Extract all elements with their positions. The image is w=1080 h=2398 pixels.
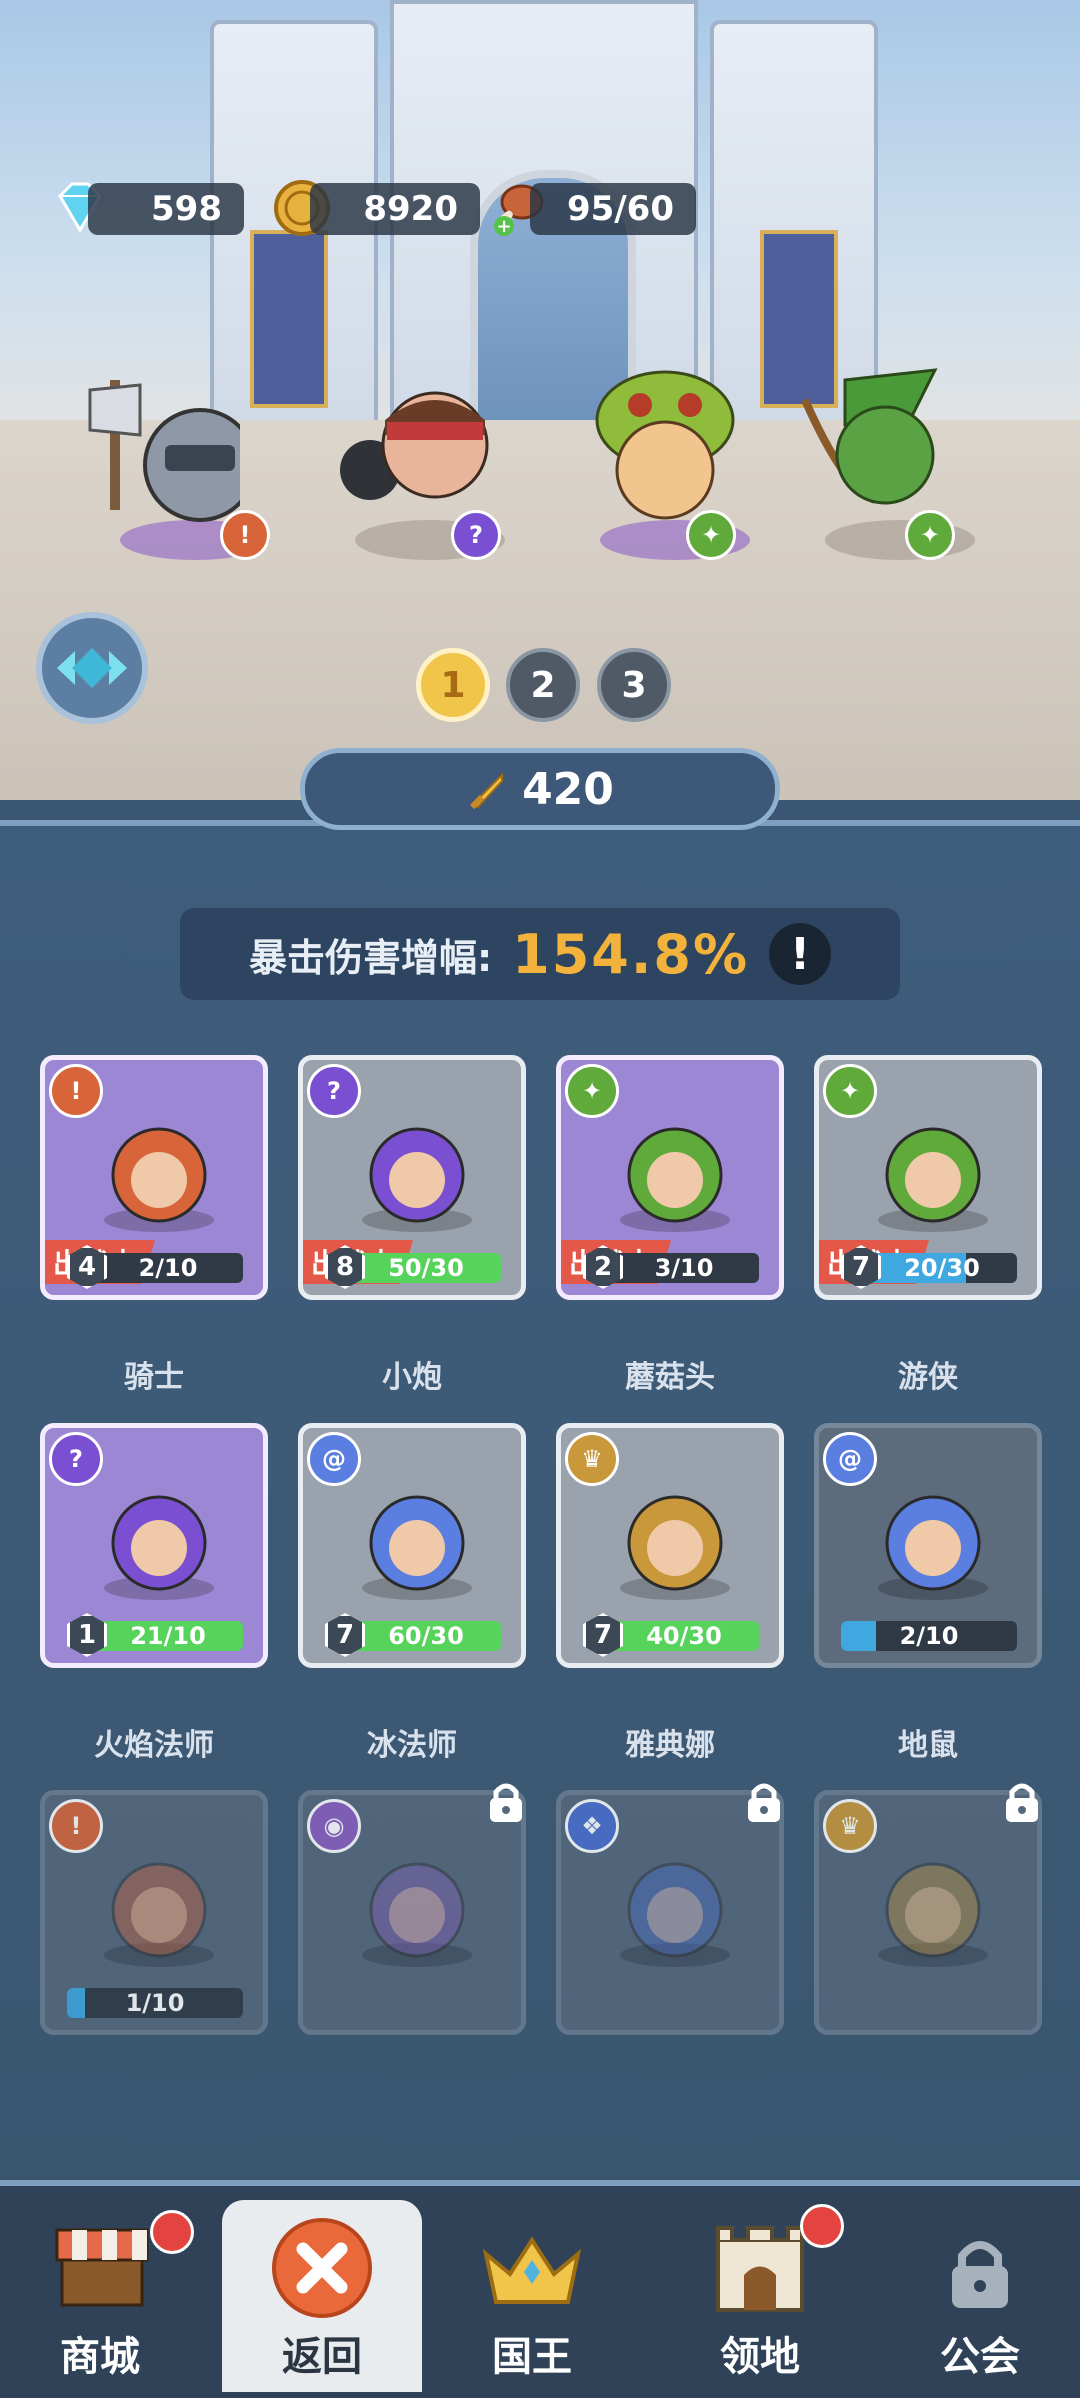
knight-figure <box>88 380 240 522</box>
lock-icon <box>748 1783 780 1822</box>
warrior-role-icon: ! <box>220 510 270 560</box>
crit-damage-label: 暴击伤害增幅: <box>248 935 493 980</box>
shard-progress-text: 40/30 <box>646 1622 722 1650</box>
level-progress: 20/30 7 <box>841 1245 1021 1289</box>
hero-card[interactable]: ?出战中50/308 <box>298 1055 526 1300</box>
hero-portrait <box>362 1495 472 1600</box>
shard-progress-text: 21/10 <box>130 1622 206 1650</box>
gold-counter: 8920 <box>310 183 480 235</box>
hero-name: 蘑菇头 <box>625 1360 715 1395</box>
hero-card[interactable]: ♛ <box>814 1790 1042 2035</box>
stamina-counter: 95/60 <box>530 183 696 235</box>
hero-portrait <box>104 1862 214 1967</box>
hero-portrait <box>620 1495 730 1600</box>
nav-territory-label: 领地 <box>720 2334 800 2380</box>
level-progress: 2/10 <box>841 1615 1021 1655</box>
level-progress: 50/30 8 <box>325 1245 505 1289</box>
hero-portrait <box>620 1127 730 1232</box>
formation-switch-button[interactable] <box>36 612 148 724</box>
hero-card[interactable]: ! 1/10 <box>40 1790 268 2035</box>
hero-name: 地鼠 <box>898 1728 958 1763</box>
team-tab-2[interactable]: 2 <box>506 648 580 722</box>
crit-damage-stat: 暴击伤害增幅: 154.8% ! <box>180 908 900 1000</box>
castle-icon <box>716 2226 804 2312</box>
team-tab-1[interactable]: 1 <box>416 648 490 722</box>
svg-text:+: + <box>496 216 511 237</box>
nav-shop-label: 商城 <box>60 2334 140 2380</box>
hero-portrait <box>104 1495 214 1600</box>
hero-portrait <box>878 1862 988 1967</box>
ranger-role-icon: ✦ <box>686 510 736 560</box>
stage-hero-knight[interactable]: ! <box>88 380 280 560</box>
level-progress: 1/10 <box>67 1982 247 2022</box>
shard-progress-text: 20/30 <box>904 1254 980 1282</box>
mage-role-icon: ? <box>451 510 501 560</box>
ranger-figure <box>801 368 938 505</box>
nav-shop[interactable]: 商城 <box>0 2200 200 2392</box>
hero-portrait <box>620 1862 730 1967</box>
hero-card[interactable]: ♛ 40/30 7 <box>556 1423 784 1668</box>
hero-name: 小炮 <box>382 1360 442 1395</box>
info-icon[interactable]: ! <box>769 923 832 985</box>
hero-portrait <box>362 1127 472 1232</box>
nav-guild-label: 公会 <box>940 2334 1020 2380</box>
hero-card[interactable]: @60/30 7 <box>298 1423 526 1668</box>
nav-guild[interactable]: 公会 <box>880 2200 1080 2392</box>
ranger-role-icon: ✦ <box>905 510 955 560</box>
hero-name: 冰法师 <box>367 1728 457 1763</box>
mushroom-figure <box>595 370 735 520</box>
lock-icon <box>490 1783 522 1822</box>
hero-portrait <box>878 1495 988 1600</box>
crit-damage-value: 154.8% <box>512 922 750 986</box>
territory-notification-dot <box>800 2204 844 2248</box>
hero-card[interactable]: !出战中2/104 <box>40 1055 268 1300</box>
crown-icon <box>482 2236 582 2304</box>
nav-king[interactable]: 国王 <box>432 2200 632 2392</box>
level-progress: 40/30 7 <box>583 1613 763 1657</box>
level-progress: 2/10 4 <box>67 1245 247 1289</box>
shard-progress-text: 60/30 <box>388 1622 464 1650</box>
shard-progress-text: 3/10 <box>654 1254 714 1282</box>
hero-card[interactable]: ✦出战中20/307 <box>814 1055 1042 1300</box>
shop-stall-icon <box>55 2228 149 2307</box>
hero-card[interactable]: ? 21/10 1 <box>40 1423 268 1668</box>
nav-territory[interactable]: 领地 <box>660 2200 860 2392</box>
hero-card[interactable]: ◉ <box>298 1790 526 2035</box>
hero-name: 雅典娜 <box>625 1728 715 1763</box>
hero-portrait <box>878 1127 988 1232</box>
hero-card[interactable]: ❖ <box>556 1790 784 2035</box>
stage-hero-cannon[interactable]: ? <box>340 380 515 560</box>
team-power-value: 420 <box>522 763 614 815</box>
level-progress: 60/30 7 <box>325 1613 505 1657</box>
hero-portrait <box>362 1862 472 1967</box>
close-icon <box>272 2218 372 2318</box>
hero-portrait <box>104 1127 214 1232</box>
shard-progress-text: 2/10 <box>899 1622 959 1650</box>
hero-name: 火焰法师 <box>94 1728 214 1763</box>
shard-progress-text: 2/10 <box>138 1254 198 1282</box>
sword-power-icon <box>469 772 504 810</box>
level-progress: 3/10 2 <box>583 1245 763 1289</box>
swap-arrows-icon <box>57 648 127 688</box>
hero-card[interactable]: @2/10 <box>814 1423 1042 1668</box>
nav-back[interactable]: 返回 <box>222 2200 422 2392</box>
lock-icon <box>952 2241 1008 2308</box>
level-progress: 21/10 1 <box>67 1613 247 1657</box>
gem-counter: 598 <box>88 183 244 235</box>
stage-hero-mushroom[interactable]: ✦ <box>590 370 760 560</box>
hero-name: 游侠 <box>898 1360 958 1395</box>
hero-card[interactable]: ✦出战中3/102 <box>556 1055 784 1300</box>
stage-hero-ranger[interactable]: ✦ <box>801 368 985 560</box>
hero-name: 骑士 <box>124 1360 184 1395</box>
shard-progress-text: 50/30 <box>388 1254 464 1282</box>
lock-icon <box>1006 1783 1038 1822</box>
team-tab-3[interactable]: 3 <box>597 648 671 722</box>
nav-king-label: 国王 <box>492 2334 572 2380</box>
team-power-badge: 420 <box>300 748 780 830</box>
nav-back-label: 返回 <box>282 2334 362 2380</box>
shop-notification-dot <box>150 2210 194 2254</box>
shard-progress-text: 1/10 <box>125 1989 185 2017</box>
